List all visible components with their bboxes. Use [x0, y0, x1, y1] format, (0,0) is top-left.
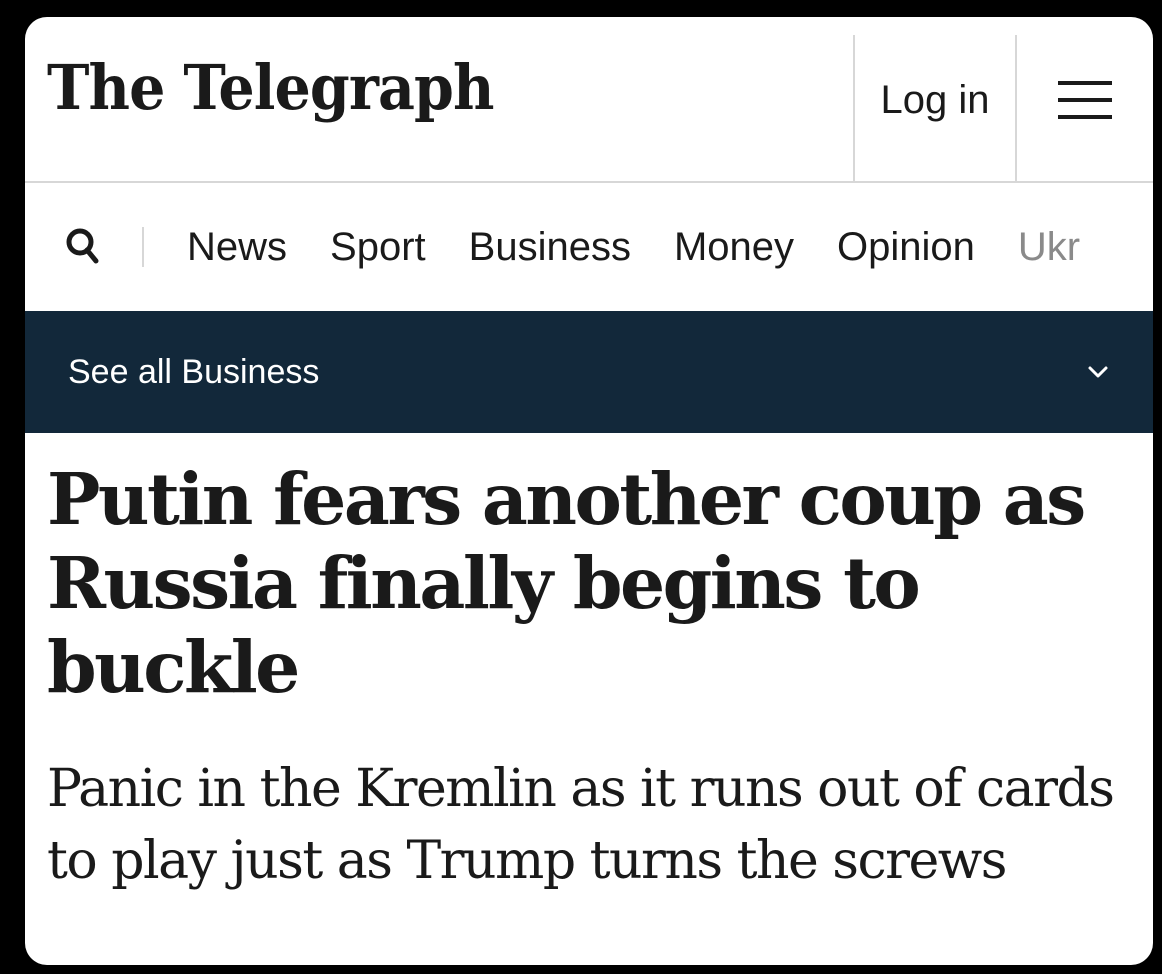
see-all-business-dropdown[interactable]: See all Business — [25, 311, 1153, 433]
nav-item-ukraine[interactable]: Ukr — [1018, 225, 1080, 270]
nav-item-business[interactable]: Business — [469, 225, 631, 270]
hamburger-menu-icon — [1058, 81, 1112, 119]
nav-item-sport[interactable]: Sport — [330, 225, 426, 270]
menu-button[interactable] — [1017, 17, 1153, 183]
article-headline: Putin fears another coup as Russia final… — [47, 457, 1086, 709]
site-header: The Telegraph Log in — [25, 17, 1153, 183]
search-icon — [66, 228, 99, 264]
login-button[interactable]: Log in — [855, 17, 1015, 183]
nav-separator — [142, 227, 144, 267]
section-bar-label: See all Business — [68, 352, 320, 391]
article-standfirst: Panic in the Kremlin as it runs out of c… — [47, 759, 1115, 891]
browser-viewport: The Telegraph Log in News Sport Business… — [25, 17, 1153, 965]
nav-item-money[interactable]: Money — [674, 225, 794, 270]
chevron-down-icon — [1088, 366, 1108, 378]
nav-item-news[interactable]: News — [187, 225, 287, 270]
section-nav: News Sport Business Money Opinion Ukr — [25, 183, 1153, 311]
telegraph-logo[interactable]: The Telegraph — [47, 57, 494, 119]
search-button[interactable] — [61, 223, 105, 271]
nav-items: News Sport Business Money Opinion Ukr — [187, 183, 1080, 311]
nav-item-opinion[interactable]: Opinion — [837, 225, 975, 270]
